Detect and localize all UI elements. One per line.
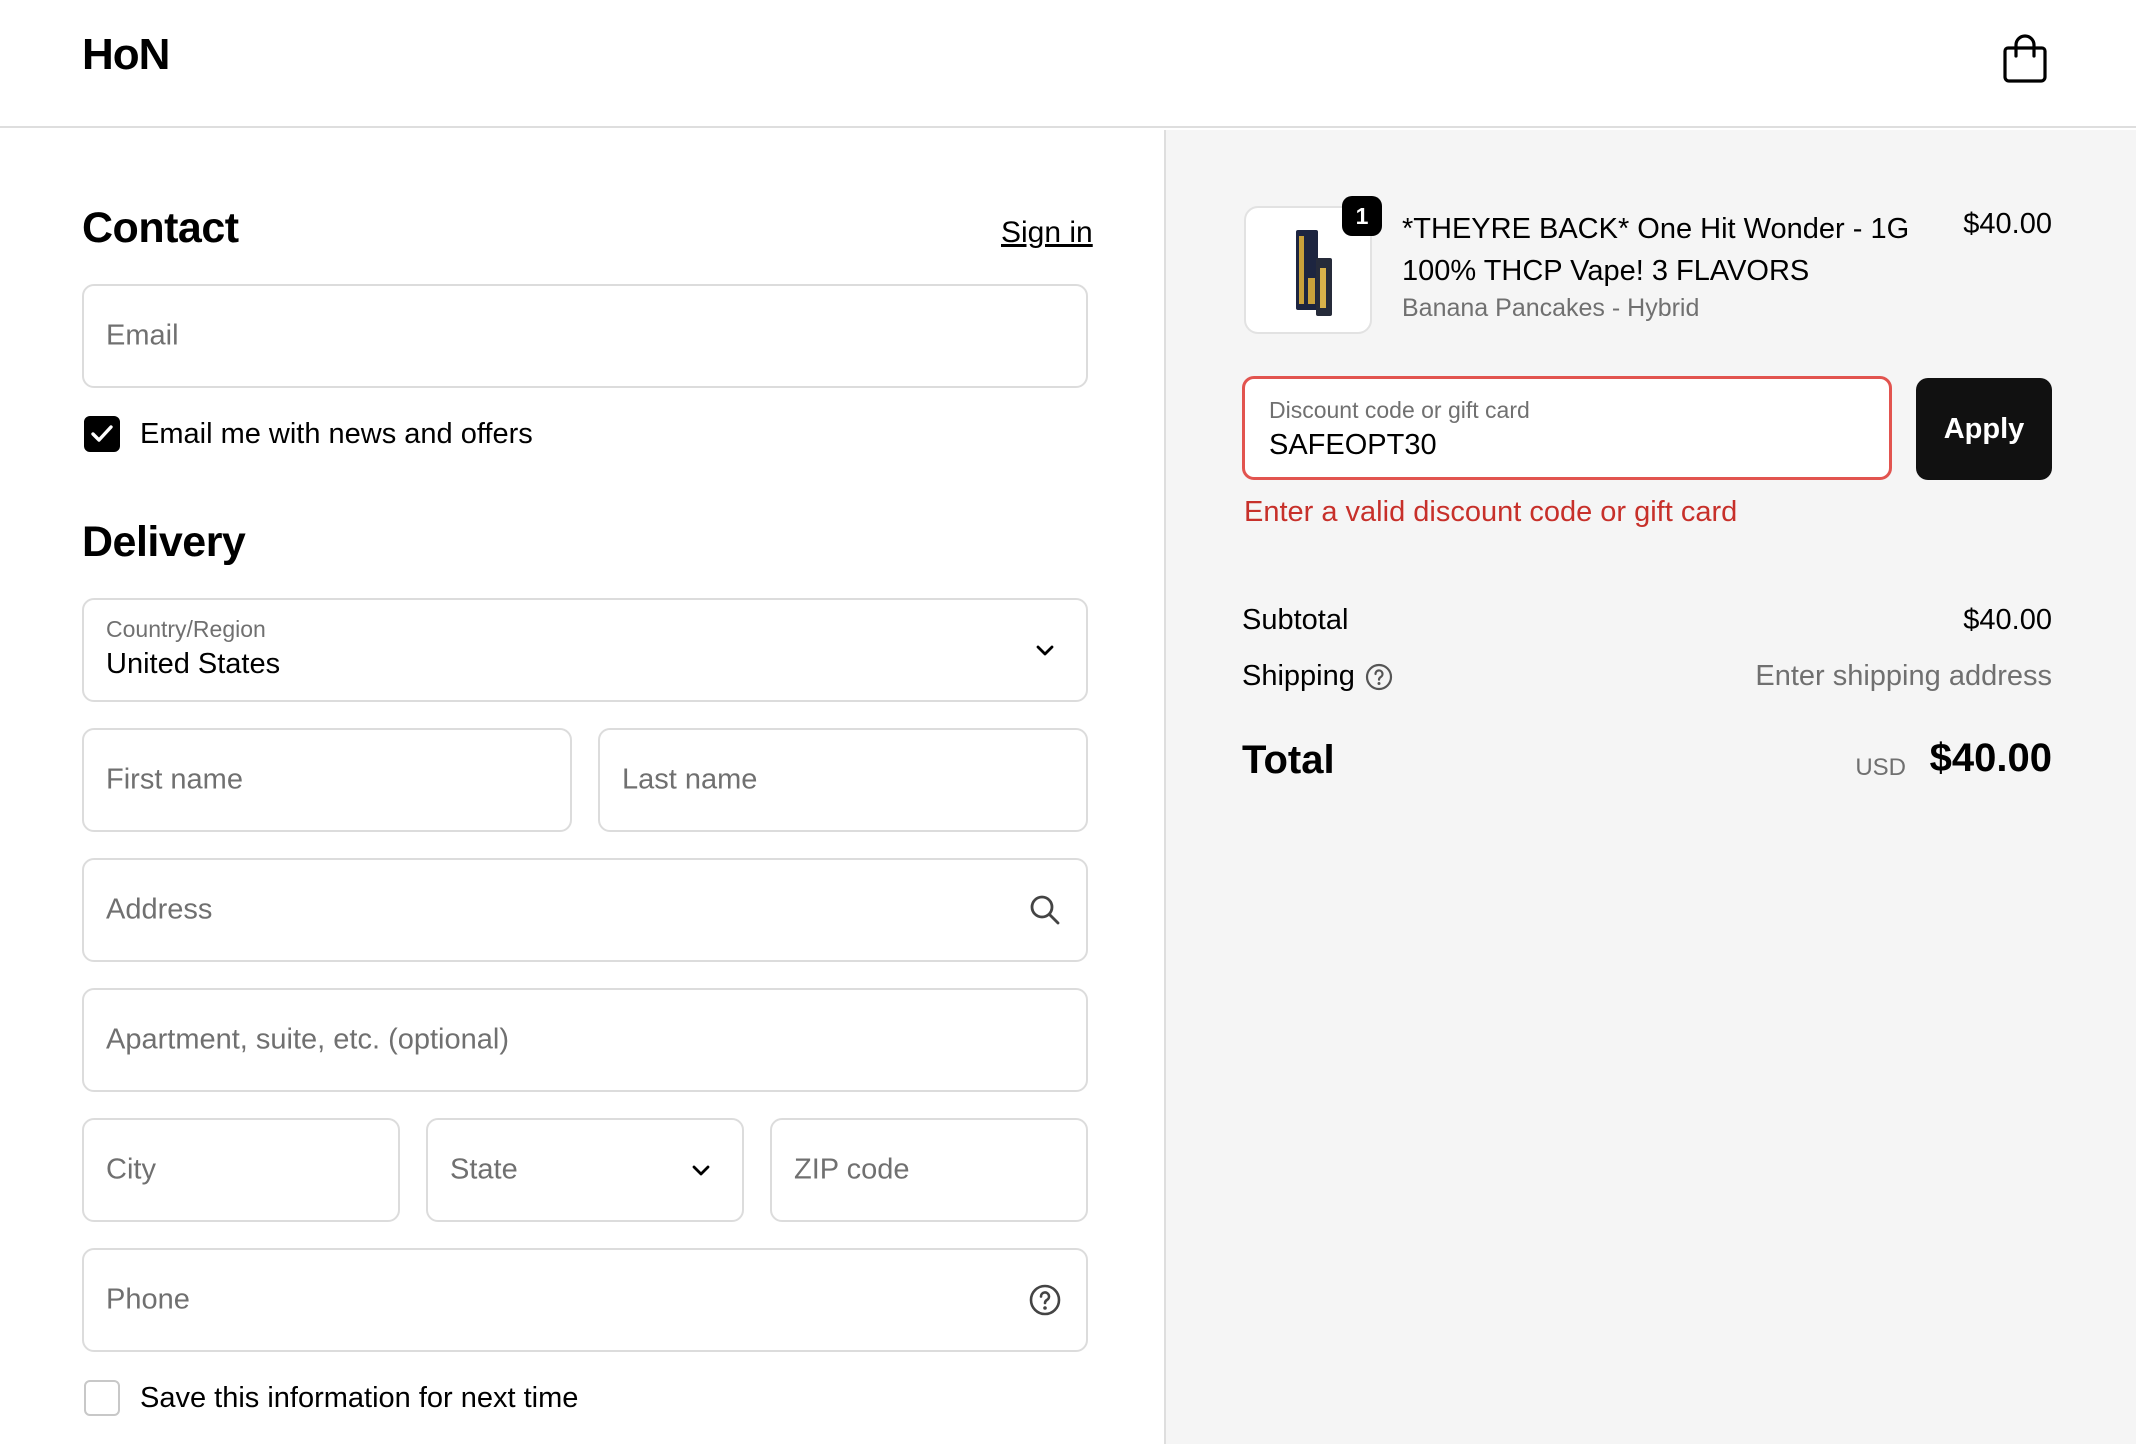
- apply-discount-button[interactable]: Apply: [1916, 378, 2052, 480]
- shipping-value: Enter shipping address: [1755, 660, 2052, 692]
- store-logo[interactable]: HoN: [82, 30, 170, 80]
- first-name-field[interactable]: First name: [82, 728, 572, 832]
- chevron-down-icon: [1036, 645, 1054, 656]
- product-name: *THEYRE BACK* One Hit Wonder - 1G 100% T…: [1402, 213, 1910, 287]
- country-select[interactable]: Country/Region United States: [82, 598, 1088, 702]
- subtotal-value: $40.00: [1963, 604, 2052, 636]
- delivery-heading: Delivery: [82, 518, 246, 566]
- zip-placeholder: ZIP code: [794, 1153, 910, 1186]
- total-value: $40.00: [1929, 736, 2052, 780]
- sign-in-link[interactable]: Sign in: [1001, 216, 1093, 250]
- country-value: United States: [106, 648, 281, 680]
- last-name-placeholder: Last name: [622, 763, 758, 796]
- phone-placeholder: Phone: [106, 1283, 190, 1316]
- first-name-placeholder: First name: [106, 763, 243, 796]
- discount-code-field[interactable]: Discount code or gift card SAFEOPT30: [1242, 376, 1892, 480]
- quantity-badge: 1: [1342, 196, 1382, 236]
- email-placeholder: Email: [106, 319, 179, 352]
- address-placeholder: Address: [106, 893, 213, 926]
- zip-field[interactable]: ZIP code: [770, 1118, 1088, 1222]
- city-field[interactable]: City: [82, 1118, 400, 1222]
- newsletter-checkbox[interactable]: [84, 416, 120, 452]
- help-circle-icon[interactable]: [1364, 662, 1394, 692]
- subtotal-label: Subtotal: [1242, 604, 1349, 636]
- help-circle-icon[interactable]: [1028, 1283, 1062, 1317]
- state-placeholder: State: [450, 1153, 518, 1186]
- total-currency: USD: [1855, 754, 1906, 781]
- state-select[interactable]: State: [426, 1118, 744, 1222]
- total-label: Total: [1242, 738, 1335, 782]
- apartment-field[interactable]: Apartment, suite, etc. (optional): [82, 988, 1088, 1092]
- email-field[interactable]: Email: [82, 284, 1088, 388]
- contact-heading: Contact: [82, 204, 239, 252]
- product-price: $40.00: [1963, 208, 2052, 240]
- apartment-placeholder: Apartment, suite, etc. (optional): [106, 1023, 509, 1056]
- checkmark-icon: [91, 425, 113, 442]
- save-info-label: Save this information for next time: [140, 1382, 579, 1414]
- discount-error-message: Enter a valid discount code or gift card: [1244, 496, 1738, 528]
- save-info-checkbox[interactable]: [84, 1380, 120, 1416]
- city-placeholder: City: [106, 1153, 156, 1186]
- shopping-bag-icon[interactable]: [2002, 32, 2048, 84]
- newsletter-label: Email me with news and offers: [140, 418, 533, 450]
- order-summary: 1 *THEYRE BACK* One Hit Wonder - 1G 100%…: [1166, 130, 2136, 1444]
- country-label: Country/Region: [106, 616, 266, 642]
- product-variant: Banana Pancakes - Hybrid: [1402, 294, 1700, 322]
- phone-field[interactable]: Phone: [82, 1248, 1088, 1352]
- search-icon: [1030, 895, 1060, 925]
- shipping-label: Shipping: [1242, 660, 1355, 692]
- discount-value: SAFEOPT30: [1269, 429, 1437, 461]
- last-name-field[interactable]: Last name: [598, 728, 1088, 832]
- checkout-header: HoN: [0, 0, 2136, 128]
- checkout-form: Contact Sign in Email Email me with news…: [0, 130, 1164, 1444]
- address-field[interactable]: Address: [82, 858, 1088, 962]
- discount-label: Discount code or gift card: [1269, 397, 1530, 423]
- chevron-down-icon: [692, 1165, 710, 1176]
